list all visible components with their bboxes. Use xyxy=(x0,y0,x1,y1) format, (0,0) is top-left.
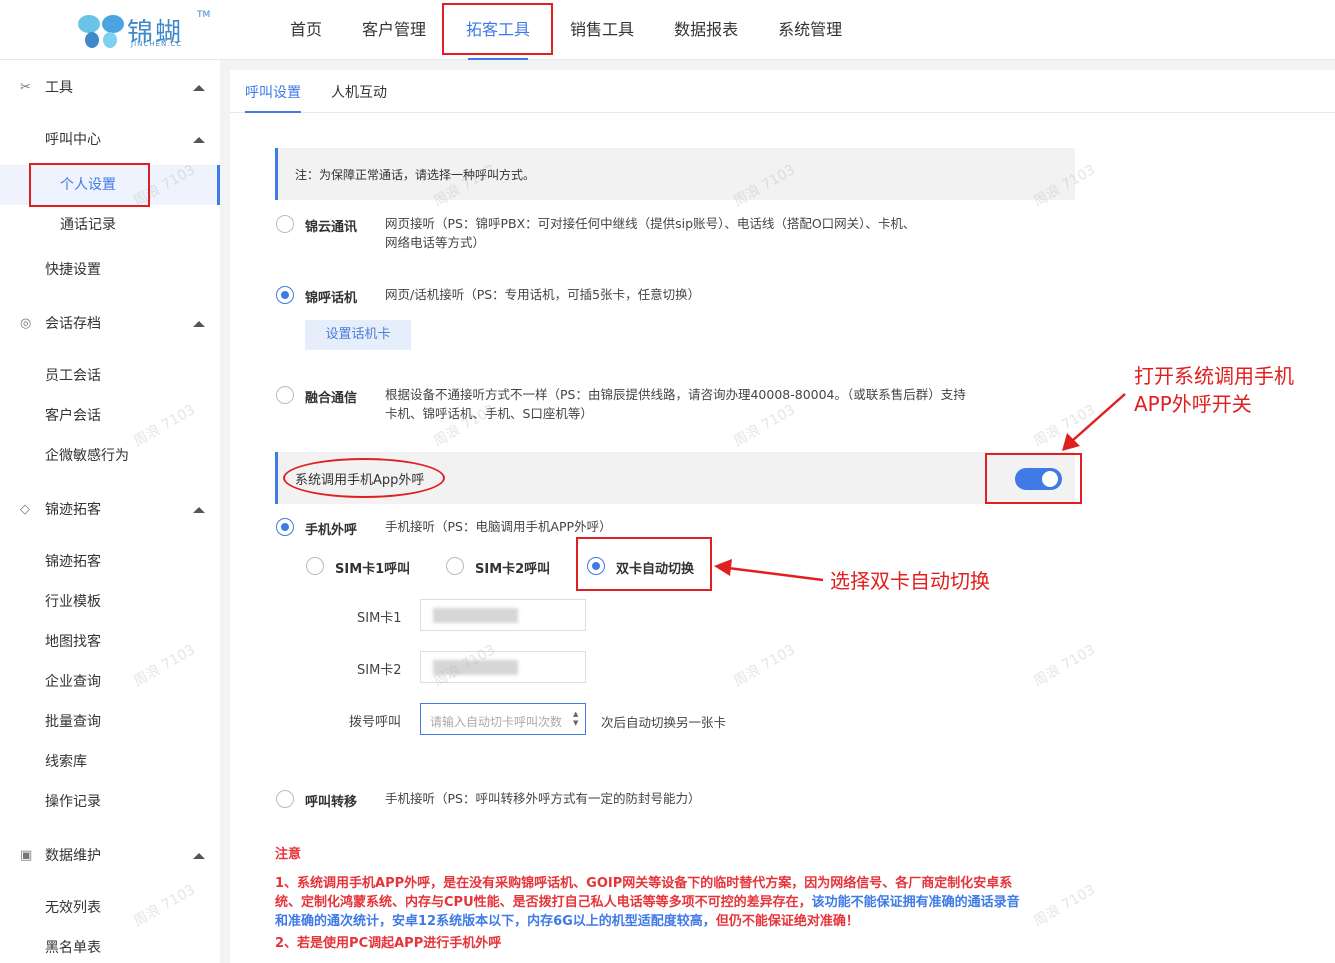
arrow-line-switch xyxy=(727,566,824,582)
annotation-line: APP外呼开关 xyxy=(1134,392,1252,416)
annotation-toggle-hint: 打开系统调用手机 APP外呼开关 xyxy=(1134,362,1294,418)
annotation-arrows xyxy=(714,393,1126,582)
arrow-head-switch xyxy=(714,559,732,576)
arrow-line-toggle xyxy=(1071,393,1126,442)
annotation-switch-hint: 选择双卡自动切换 xyxy=(830,569,990,593)
annotation-line: 打开系统调用手机 xyxy=(1134,364,1294,388)
